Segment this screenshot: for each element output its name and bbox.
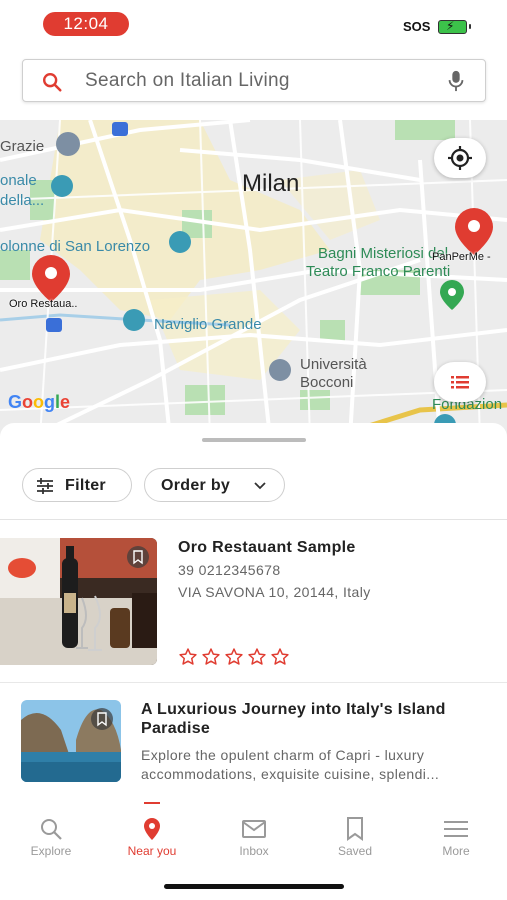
home-indicator[interactable]	[164, 884, 344, 889]
sheet-drag-handle[interactable]	[202, 438, 306, 442]
status-bar: 12:04 SOS ⚡	[0, 0, 507, 50]
tab-near-you[interactable]: Near you	[107, 816, 197, 858]
item-address: VIA SAVONA 10, 20144, Italy	[178, 584, 371, 600]
item-phone[interactable]: 39 0212345678	[178, 562, 281, 578]
chevron-down-icon	[254, 482, 266, 490]
list-view-button[interactable]	[434, 362, 486, 402]
tab-label: Near you	[127, 844, 177, 858]
star-icon[interactable]	[178, 647, 198, 667]
search-icon	[41, 819, 62, 840]
map-city-label: Milan	[242, 170, 300, 197]
bookmark-icon	[133, 550, 143, 565]
search-icon	[43, 73, 62, 92]
mail-icon	[242, 820, 266, 838]
active-tab-indicator	[144, 802, 160, 804]
search-input[interactable]: Search on Italian Living	[85, 70, 290, 92]
star-icon[interactable]	[201, 647, 221, 667]
restaurant-photo	[0, 538, 157, 665]
item-description: Explore the opulent charm of Capri - lux…	[141, 747, 440, 782]
map-label-panperme[interactable]: PanPerMe -	[432, 251, 491, 263]
battery-icon: ⚡	[438, 19, 471, 34]
map-label-universita: Università	[300, 356, 367, 373]
map-label-bocconi: Bocconi	[300, 374, 354, 391]
map-label-naviglio: Naviglio Grande	[154, 316, 262, 333]
tab-label: Explore	[30, 844, 72, 858]
map-label-oro-restaurant[interactable]: Oro Restaua..	[9, 298, 77, 310]
status-time: 12:04	[43, 12, 129, 36]
star-icon[interactable]	[224, 647, 244, 667]
tab-more[interactable]: More	[411, 816, 501, 858]
tab-saved[interactable]: Saved	[310, 816, 400, 858]
microphone-icon[interactable]	[445, 69, 467, 93]
order-by-label: Order by	[161, 477, 231, 494]
bookmark-icon	[347, 817, 363, 841]
filter-button[interactable]: Filter	[22, 468, 132, 502]
item-title[interactable]: A Luxurious Journey into Italy's Island …	[141, 700, 491, 738]
tab-label: More	[442, 844, 470, 858]
map-view[interactable]: Milan Grazie onale della... olonne di Sa…	[0, 120, 507, 438]
map-label-della: della...	[0, 192, 45, 209]
google-logo: Google	[8, 392, 71, 412]
map-label-bagni: Bagni Misteriosi del	[318, 245, 449, 262]
sliders-icon	[37, 478, 53, 494]
item-title[interactable]: Oro Restauant Sample	[178, 538, 356, 557]
tab-inbox[interactable]: Inbox	[209, 816, 299, 858]
tab-label: Inbox	[239, 844, 269, 858]
sos-indicator: SOS	[403, 19, 431, 34]
map-label-grazie: Grazie	[0, 138, 45, 155]
bookmark-button[interactable]	[91, 708, 113, 730]
tab-explore[interactable]: Explore	[6, 816, 96, 858]
location-pin-icon	[144, 818, 160, 840]
crosshair-icon	[448, 146, 472, 170]
article-photo	[21, 700, 121, 782]
search-bar[interactable]: Search on Italian Living	[22, 59, 486, 102]
menu-icon	[444, 821, 468, 837]
star-icon[interactable]	[270, 647, 290, 667]
my-location-button[interactable]	[434, 138, 486, 178]
star-icon[interactable]	[247, 647, 267, 667]
map-label-teatro: Teatro Franco Parenti	[306, 263, 451, 280]
list-icon	[451, 376, 469, 389]
divider	[0, 682, 507, 683]
filter-label: Filter	[65, 477, 106, 494]
map-label-onale: onale	[0, 172, 37, 189]
tab-label: Saved	[337, 844, 373, 858]
divider	[0, 519, 507, 520]
order-by-dropdown[interactable]: Order by	[144, 468, 285, 502]
bookmark-icon	[97, 712, 107, 727]
map-label-san-lorenzo: olonne di San Lorenzo	[0, 238, 151, 255]
star-rating[interactable]	[178, 647, 290, 667]
bookmark-button[interactable]	[127, 546, 149, 568]
results-sheet: Filter Order by Oro Restauant Sample 39 …	[0, 423, 507, 808]
